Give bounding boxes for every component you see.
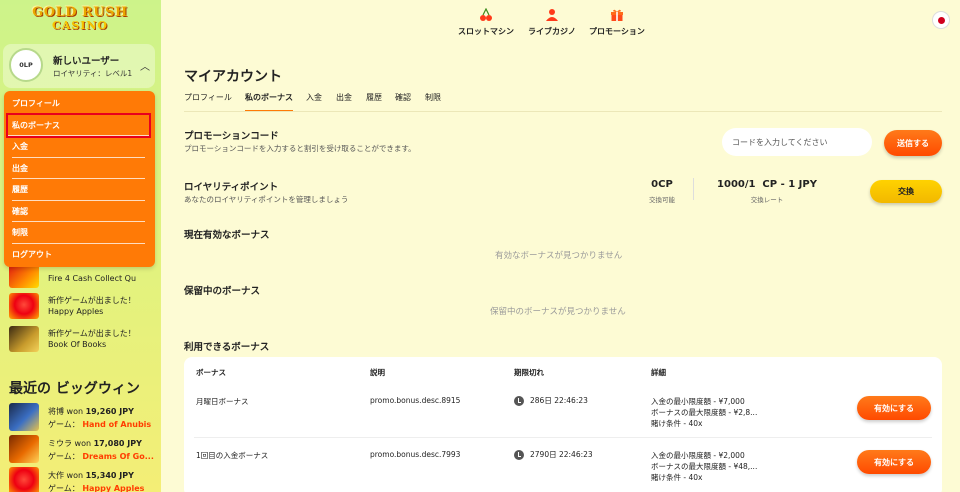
bonus-description: promo.bonus.desc.8915 (370, 396, 461, 405)
game-thumbnail (9, 435, 39, 463)
menu-item-profile[interactable]: プロフィール (12, 93, 145, 115)
nav-slots[interactable]: スロットマシン (458, 7, 514, 37)
exchange-rate-label: 交換レート (750, 196, 784, 204)
exchange-button[interactable]: 交換 (870, 180, 942, 203)
language-flag-japan-icon[interactable] (932, 11, 950, 29)
menu-item-history[interactable]: 履歴 (12, 179, 145, 201)
tab-deposit[interactable]: 入金 (306, 92, 322, 112)
col-header-details: 詳細 (651, 368, 666, 377)
game-thumbnail (9, 403, 39, 431)
logo-line-1: GOLD RUSH (32, 5, 128, 20)
big-win-item[interactable]: 大作 won 15,340 JPY ゲーム： Happy Apples (9, 467, 159, 492)
big-win-title: 最近の ビッグウィン (9, 381, 140, 397)
tab-profile[interactable]: プロフィール (184, 92, 232, 112)
menu-item-withdraw[interactable]: 出金 (12, 158, 145, 179)
promo-submit-button[interactable]: 送信する (884, 130, 942, 156)
tabs-divider (184, 111, 942, 112)
promo-code-subtitle: プロモーションコードを入力すると割引を受け取ることができます。 (184, 144, 416, 153)
pending-bonus-empty: 保留中のボーナスが見つかりません (490, 307, 626, 317)
loyalty-points-value: 0CP (651, 179, 673, 190)
promo-code-input[interactable] (722, 128, 872, 156)
nav-live-casino[interactable]: ライブカジノ (528, 8, 576, 37)
clock-icon (514, 395, 524, 406)
account-dropdown-menu: プロフィール 私のボーナス 入金 出金 履歴 確認 制限 ログアウト (4, 91, 155, 267)
menu-item-verification[interactable]: 確認 (12, 201, 145, 222)
col-header-bonus: ボーナス (196, 368, 226, 377)
bonus-expires: 286日 22:46:23 (514, 395, 588, 406)
gift-icon (610, 8, 624, 22)
nav-slots-label: スロットマシン (458, 27, 514, 36)
tab-my-bonus[interactable]: 私のボーナス (245, 92, 293, 112)
loyalty-points-label: 交換可能 (649, 196, 675, 204)
big-win-item[interactable]: 将博 won 19,260 JPY ゲーム： Hand of Anubis (9, 403, 159, 433)
exchange-rate-value: 1000/1 CP - 1 JPY (717, 179, 817, 190)
user-card[interactable]: 0LP 新しいユーザー ロイヤリティ：レベル1 ︿ (3, 44, 155, 88)
nav-live-label: ライブカジノ (528, 27, 576, 36)
available-bonus-table: ボーナス 説明 期限切れ 詳細 月曜日ボーナス promo.bonus.desc… (184, 357, 942, 492)
activate-bonus-button[interactable]: 有効にする (857, 396, 931, 420)
promo-code-title: プロモーションコード (184, 131, 279, 142)
win-game: ゲーム： Dreams Of Go... (48, 452, 154, 461)
logo-line-2: CASINO (51, 19, 108, 32)
win-summary: 大作 won 15,340 JPY (48, 471, 134, 480)
tab-limits[interactable]: 制限 (425, 92, 441, 112)
bonus-name: 月曜日ボーナス (196, 397, 249, 406)
loyalty-title: ロイヤリティポイント (184, 182, 279, 193)
bonus-details: 入金の最小限度額 - ¥2,000 ボーナスの最大限度額 - ¥48,... 賭… (651, 451, 758, 482)
col-header-description: 説明 (370, 368, 385, 377)
clock-icon (514, 449, 524, 460)
game-thumbnail (9, 326, 39, 352)
win-summary: 将博 won 19,260 JPY (48, 407, 134, 416)
game-title: Happy Apples (48, 307, 104, 316)
menu-item-limits[interactable]: 制限 (12, 222, 145, 244)
game-thumbnail (9, 467, 39, 492)
game-label: 新作ゲームが出ました！ (48, 329, 136, 338)
win-game: ゲーム： Hand of Anubis (48, 420, 152, 429)
game-label: 新作ゲームが出ました！ (48, 296, 136, 305)
user-name: 新しいユーザー (53, 56, 120, 67)
user-level: ロイヤリティ：レベル1 (53, 69, 133, 78)
menu-item-deposit[interactable]: 入金 (12, 136, 145, 158)
game-title: Book Of Books (48, 340, 107, 349)
game-thumbnail (9, 293, 39, 319)
bonus-details: 入金の最小限度額 - ¥7,000 ボーナスの最大限度額 - ¥2,8... 賭… (651, 397, 758, 428)
tab-verification[interactable]: 確認 (395, 92, 411, 112)
row-divider (194, 437, 932, 438)
active-bonus-empty: 有効なボーナスが見つかりません (495, 251, 623, 261)
game-item[interactable]: 新作ゲームが出ました！ Book Of Books (9, 326, 159, 352)
loyalty-subtitle: あなたのロイヤリティポイントを管理しましょう (184, 195, 349, 204)
bonus-description: promo.bonus.desc.7993 (370, 450, 461, 459)
dealer-icon (545, 8, 559, 22)
menu-item-my-bonus[interactable]: 私のボーナス (6, 112, 151, 138)
tab-history[interactable]: 履歴 (366, 92, 382, 112)
tab-withdraw[interactable]: 出金 (336, 92, 352, 112)
nav-promotions[interactable]: プロモーション (589, 8, 645, 37)
activate-bonus-button[interactable]: 有効にする (857, 450, 931, 474)
chevron-up-icon[interactable]: ︿ (140, 58, 150, 73)
menu-item-logout[interactable]: ログアウト (12, 244, 145, 266)
win-game: ゲーム： Happy Apples (48, 484, 145, 492)
game-title: Fire 4 Cash Collect Qu (48, 274, 137, 283)
cherry-icon (479, 7, 493, 22)
stat-divider (693, 178, 694, 200)
nav-promo-label: プロモーション (589, 27, 645, 36)
win-summary: ミウラ won 17,080 JPY (48, 439, 142, 448)
sidebar: GOLD RUSH CASINO 0LP 新しいユーザー ロイヤリティ：レベル1… (0, 0, 161, 492)
available-bonus-title: 利用できるボーナス (184, 342, 270, 353)
loyalty-points-badge: 0LP (9, 48, 43, 82)
bonus-name: 1回目の入金ボーナス (196, 451, 269, 460)
pending-bonus-title: 保留中のボーナス (184, 286, 261, 297)
bonus-expires: 2790日 22:46:23 (514, 449, 593, 460)
big-win-item[interactable]: ミウラ won 17,080 JPY ゲーム： Dreams Of Go... (9, 435, 159, 465)
col-header-expires: 期限切れ (514, 368, 544, 377)
game-item[interactable]: 新作ゲームが出ました！ Happy Apples (9, 293, 159, 319)
casino-logo[interactable]: GOLD RUSH CASINO (30, 6, 130, 36)
page-title: マイアカウント (184, 69, 282, 85)
active-bonus-title: 現在有効なボーナス (184, 230, 270, 241)
